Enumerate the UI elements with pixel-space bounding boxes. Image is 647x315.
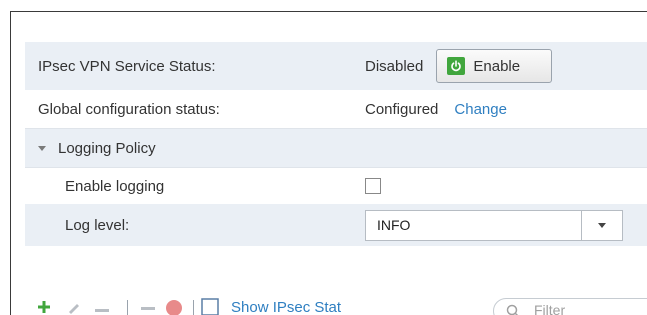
- change-link[interactable]: Change: [454, 101, 507, 118]
- stats-icon[interactable]: [201, 298, 219, 315]
- toolbar: Show IPsec Stat Filter: [37, 296, 647, 315]
- enable-logging-label: Enable logging: [65, 177, 165, 195]
- enable-button[interactable]: Enable: [436, 49, 553, 83]
- global-config-value-group: Configured Change: [365, 101, 507, 118]
- logging-policy-header[interactable]: Logging Policy: [25, 128, 647, 168]
- enable-logging-value: [365, 178, 381, 194]
- enable-button-label: Enable: [473, 57, 521, 75]
- service-status-label: IPsec VPN Service Status:: [38, 57, 216, 75]
- more-icon[interactable]: [95, 302, 109, 315]
- service-status-row: IPsec VPN Service Status: Disabled Enabl…: [25, 42, 647, 90]
- enable-logging-row: Enable logging: [25, 168, 647, 204]
- delete-icon[interactable]: [165, 299, 183, 315]
- power-icon: [447, 57, 466, 75]
- show-ipsec-stats-link[interactable]: Show IPsec Stat: [231, 299, 341, 315]
- log-level-selected-value: INFO: [377, 217, 411, 233]
- chevron-down-icon: [598, 222, 606, 228]
- edit-icon[interactable]: [67, 300, 81, 315]
- add-icon[interactable]: [37, 300, 51, 315]
- global-config-value: Configured: [365, 100, 439, 118]
- log-level-label: Log level:: [65, 216, 130, 234]
- enable-logging-checkbox[interactable]: [365, 178, 381, 194]
- service-status-value: Disabled: [365, 57, 424, 75]
- search-icon: [506, 304, 520, 315]
- filter-placeholder: Filter: [534, 302, 566, 315]
- log-level-row: Log level: INFO: [25, 204, 647, 246]
- log-level-value: INFO: [365, 209, 623, 241]
- toolbar-divider: [193, 300, 194, 315]
- global-config-label: Global configuration status:: [38, 100, 220, 118]
- toolbar-divider: [127, 300, 128, 315]
- filter-input[interactable]: Filter: [493, 298, 647, 315]
- global-config-row: Global configuration status: Configured …: [25, 90, 647, 128]
- logging-policy-title: Logging Policy: [58, 139, 156, 157]
- log-level-select[interactable]: INFO: [365, 209, 623, 241]
- service-status-value-group: Disabled Enable: [365, 49, 553, 83]
- chevron-down-icon[interactable]: [38, 145, 46, 151]
- dropdown-arrow[interactable]: [581, 210, 622, 240]
- settings-frame: IPsec VPN Service Status: Disabled Enabl…: [10, 11, 647, 315]
- link-icon[interactable]: [141, 301, 155, 315]
